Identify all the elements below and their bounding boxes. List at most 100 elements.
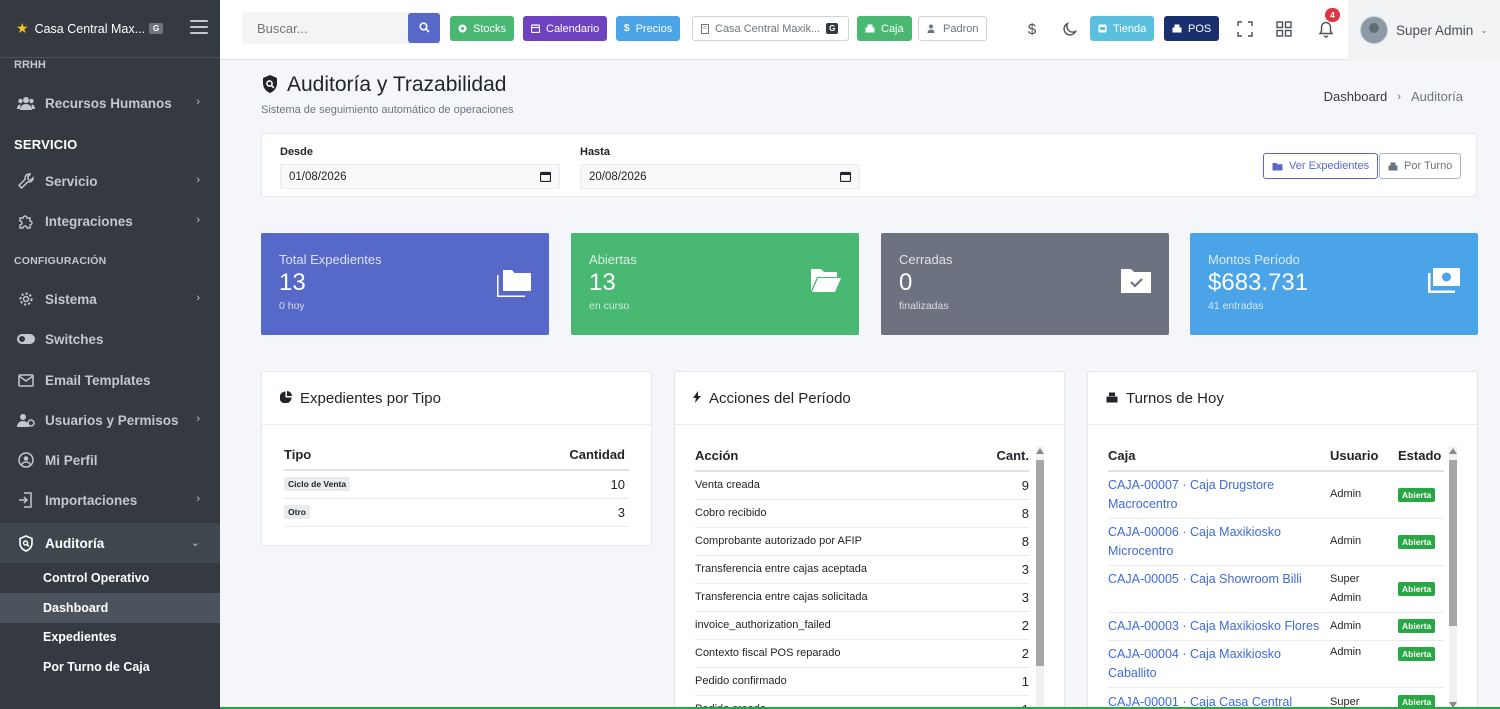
user-plus-icon xyxy=(927,24,937,33)
chevron-right-icon: › xyxy=(196,292,200,304)
sidebar-subitem-expedientes[interactable]: Expedientes xyxy=(0,622,220,652)
hasta-value: 20/08/2026 xyxy=(589,170,647,183)
sidebar-item-switches[interactable]: Switches xyxy=(0,321,220,357)
search-button[interactable] xyxy=(408,13,440,43)
sidebar-item-servicio[interactable]: Servicio › xyxy=(0,163,220,199)
cant-cell: 1 xyxy=(976,667,1029,696)
scrollbar-thumb[interactable] xyxy=(1449,460,1457,626)
sidebar-item-sistema[interactable]: Sistema › xyxy=(0,281,220,317)
moon-icon[interactable] xyxy=(1059,18,1081,40)
accion-cell: invoice_authorization_failed xyxy=(695,611,977,640)
precios-button[interactable]: $ Precios xyxy=(616,16,681,41)
brand-badge: G xyxy=(149,23,164,34)
sidebar-subitem-dashboard[interactable]: Dashboard xyxy=(0,593,220,623)
caja-name: CAJA-00007 · Caja Drugstore xyxy=(1108,477,1275,492)
calendario-button[interactable]: Calendario xyxy=(523,16,608,41)
accion-cell: Comprobante autorizado por AFIP xyxy=(695,527,977,556)
sidebar-item-importaciones[interactable]: Importaciones › xyxy=(0,482,220,518)
shield-search-icon xyxy=(261,74,279,97)
cant-cell: 2 xyxy=(976,611,1029,640)
column-header-estado: Estado xyxy=(1398,448,1444,472)
breadcrumb-dashboard[interactable]: Dashboard xyxy=(1324,89,1388,104)
caja-link[interactable]: CAJA-00007 · Caja Drugstore Macrocentro xyxy=(1108,478,1274,511)
scroll-up-arrow-icon[interactable] xyxy=(1449,448,1457,454)
caja-name: CAJA-00005 · Caja Showroom Billi xyxy=(1108,571,1302,586)
table-row: CAJA-00007 · Caja Drugstore Macrocentro A… xyxy=(1108,471,1444,519)
turnos-scrollbar[interactable] xyxy=(1449,446,1457,709)
scrollbar-thumb[interactable] xyxy=(1036,460,1044,666)
sidebar-subitem-control-operativo[interactable]: Control Operativo xyxy=(0,563,220,593)
scroll-up-arrow-icon[interactable] xyxy=(1036,448,1044,454)
sidebar-item-email-templates[interactable]: Email Templates xyxy=(0,362,220,398)
caja-link[interactable]: CAJA-00005 · Caja Showroom Billi xyxy=(1108,572,1302,586)
acciones-scrollbar[interactable] xyxy=(1036,446,1044,709)
toggle-icon xyxy=(16,329,36,349)
ver-expedientes-button[interactable]: Ver Expedientes xyxy=(1263,153,1379,179)
turnos-scroll-area[interactable]: Caja Usuario Estado CAJA-00007 · Caja Dr… xyxy=(1108,448,1444,709)
stat-label: Abiertas xyxy=(589,252,637,267)
sidebar-item-usuarios-permisos[interactable]: Usuarios y Permisos › xyxy=(0,402,220,438)
por-turno-label: Por Turno xyxy=(1404,160,1453,172)
hamburger-menu-icon[interactable] xyxy=(190,20,208,34)
sidebar-item-integraciones[interactable]: Integraciones › xyxy=(0,203,220,239)
sidebar-item-label: Mi Perfil xyxy=(45,452,98,468)
currency-icon[interactable]: $ xyxy=(1021,18,1043,40)
column-header-caja: Caja xyxy=(1108,448,1330,472)
users-icon xyxy=(16,93,36,113)
stat-sub: en curso xyxy=(589,300,630,312)
stat-card-total-expedientes: Total Expedientes 13 0 hoy xyxy=(261,233,549,335)
user-menu[interactable]: Super Admin ⌄ xyxy=(1348,0,1500,60)
folder-check-icon xyxy=(1121,267,1151,296)
hasta-date-input[interactable]: 20/08/2026 xyxy=(580,164,860,189)
chevron-right-icon: › xyxy=(196,174,200,186)
sidebar-item-label: Usuarios y Permisos xyxy=(45,412,179,428)
column-header-usuario: Usuario xyxy=(1330,448,1398,472)
breadcrumb: Dashboard › Auditoría xyxy=(1324,89,1463,104)
padron-label: Padron xyxy=(943,22,979,35)
sidebar-item-label: Integraciones xyxy=(45,213,133,229)
padron-button[interactable]: Padron xyxy=(918,16,988,41)
cant-cell: 3 xyxy=(976,583,1029,612)
chevron-down-icon: ⌄ xyxy=(190,537,200,549)
folder-open-icon xyxy=(811,267,841,296)
status-badge: Abierta xyxy=(1398,646,1436,661)
chevron-right-icon: › xyxy=(196,413,200,425)
sidebar-item-auditoria[interactable]: Auditoría ⌄ xyxy=(0,523,220,563)
caja-link[interactable]: CAJA-00006 · Caja Maxikiosko Microcentro xyxy=(1108,525,1281,558)
acciones-scroll-area[interactable]: Acción Cant. Venta creada 9 Cobro recibid… xyxy=(695,448,1029,709)
stocks-button[interactable]: Stocks xyxy=(450,16,515,41)
page-title-text: Auditoría y Trazabilidad xyxy=(287,73,507,96)
tienda-button[interactable]: Tienda xyxy=(1090,16,1155,41)
calendar-icon[interactable] xyxy=(539,171,552,185)
pos-label: POS xyxy=(1188,22,1212,35)
cantidad-cell: 3 xyxy=(465,498,629,527)
pos-button[interactable]: POS xyxy=(1164,16,1220,41)
turnos-table: Caja Usuario Estado CAJA-00007 · Caja Dr… xyxy=(1108,448,1444,709)
fullscreen-icon[interactable] xyxy=(1234,18,1256,40)
caja-link[interactable]: CAJA-00004 · Caja Maxikiosko Caballito xyxy=(1108,647,1281,680)
sidebar-item-mi-perfil[interactable]: Mi Perfil xyxy=(0,442,220,478)
table-row: Transferencia entre cajas aceptada 3 xyxy=(695,555,1029,584)
panel-header: Turnos de Hoy xyxy=(1088,372,1477,425)
sidebar: ★ Casa Central Max... G RRHH Recursos Hu… xyxy=(0,0,220,709)
tienda-label: Tienda xyxy=(1113,22,1147,35)
calendar-icon[interactable] xyxy=(839,171,852,185)
stat-value: 0 xyxy=(899,269,913,296)
page-subtitle: Sistema de seguimiento automático de ope… xyxy=(261,104,514,116)
accion-cell: Pedido confirmado xyxy=(695,667,977,696)
sidebar-item-recursos-humanos[interactable]: Recursos Humanos › xyxy=(0,85,220,121)
brand[interactable]: ★ Casa Central Max... G xyxy=(0,0,220,58)
desde-date-input[interactable]: 01/08/2026 xyxy=(280,164,560,189)
table-row: Transferencia entre cajas solicitada 3 xyxy=(695,583,1029,612)
cant-cell: 8 xyxy=(976,499,1029,528)
apps-grid-icon[interactable] xyxy=(1273,18,1295,40)
caja-label: Caja xyxy=(881,22,904,35)
caja-link[interactable]: CAJA-00003 · Caja Maxikiosko Flores xyxy=(1108,619,1319,633)
tipo-table: Tipo Cantidad Ciclo de Venta 10 Otro 3 xyxy=(284,447,629,527)
tipo-tag: Otro xyxy=(284,505,310,519)
sucursal-selector[interactable]: Casa Central Maxik... G xyxy=(692,16,849,41)
search-icon xyxy=(418,21,430,36)
por-turno-button[interactable]: Por Turno xyxy=(1379,153,1462,179)
caja-button[interactable]: Caja xyxy=(857,16,912,41)
sidebar-subitem-por-turno-caja[interactable]: Por Turno de Caja xyxy=(0,652,220,682)
